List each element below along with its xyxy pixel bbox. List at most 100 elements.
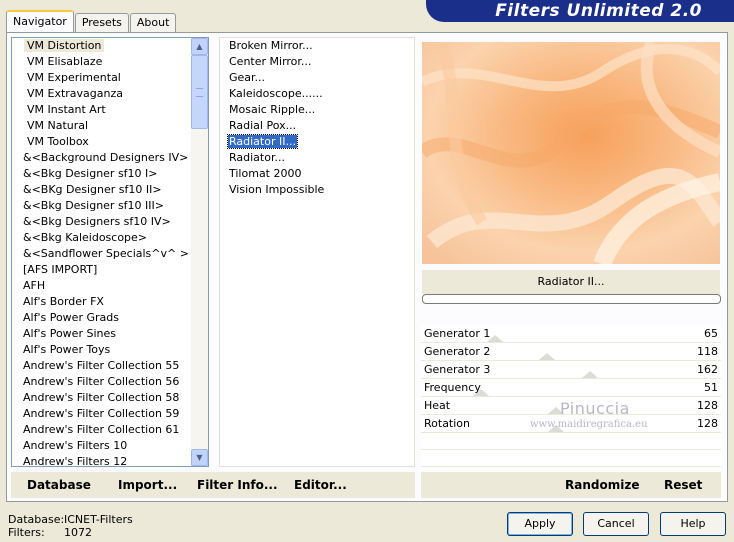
category-item[interactable]: &<Bkg Designer sf10 I> bbox=[20, 166, 208, 182]
database-label: Database: bbox=[8, 513, 65, 526]
category-item-label: Andrew's Filters 12 bbox=[23, 455, 128, 468]
tab-strip: Navigator Presets About bbox=[6, 10, 177, 32]
editor-button[interactable]: Editor... bbox=[294, 478, 347, 492]
category-item[interactable]: Andrew's Filters 10 bbox=[20, 438, 208, 454]
category-item[interactable]: VM Experimental bbox=[20, 70, 208, 86]
filter-info-button[interactable]: Filter Info... bbox=[197, 478, 278, 492]
parameter-value: 51 bbox=[704, 381, 718, 394]
category-item-label: &<Bkg Kaleidoscope> bbox=[23, 231, 148, 244]
parameter-label: Generator 2 bbox=[424, 345, 491, 358]
filters-unlimited-window: Navigator Presets About Filters Unlimite… bbox=[0, 0, 734, 542]
filter-item-label: Vision Impossible bbox=[229, 183, 325, 196]
title-banner: Filters Unlimited 2.0 bbox=[426, 0, 734, 22]
scroll-down-arrow-icon[interactable]: ▼ bbox=[191, 449, 208, 466]
category-item-label: VM Toolbox bbox=[27, 135, 89, 148]
category-item-label: Andrew's Filter Collection 56 bbox=[23, 375, 180, 388]
category-item[interactable]: VM Distortion bbox=[20, 38, 208, 54]
category-item[interactable]: VM Natural bbox=[20, 118, 208, 134]
category-item[interactable]: VM Toolbox bbox=[20, 134, 208, 150]
cancel-button[interactable]: Cancel bbox=[583, 512, 649, 536]
category-item-label: VM Experimental bbox=[27, 71, 121, 84]
filter-item[interactable]: Center Mirror... bbox=[228, 54, 414, 70]
filter-item-label: Radial Pox... bbox=[229, 119, 297, 132]
category-item-label: Alf's Power Sines bbox=[23, 327, 116, 340]
filter-item[interactable]: Broken Mirror... bbox=[228, 38, 414, 54]
category-item[interactable]: Andrew's Filter Collection 55 bbox=[20, 358, 208, 374]
category-item[interactable]: &<Bkg Designers sf10 IV> bbox=[20, 214, 208, 230]
category-item[interactable]: &<BKg Designer sf10 II> bbox=[20, 182, 208, 198]
parameter-value: 128 bbox=[697, 399, 718, 412]
slider-thumb-icon[interactable] bbox=[539, 353, 555, 360]
parameter-value: 162 bbox=[697, 363, 718, 376]
randomize-button[interactable]: Randomize bbox=[565, 478, 639, 492]
category-item-label: Alf's Border FX bbox=[23, 295, 104, 308]
category-item[interactable]: Alf's Power Sines bbox=[20, 326, 208, 342]
category-item-label: VM Elisablaze bbox=[27, 55, 103, 68]
category-item-label: VM Natural bbox=[27, 119, 89, 132]
parameter-label: Frequency bbox=[424, 381, 481, 394]
parameter-label: Generator 3 bbox=[424, 363, 491, 376]
category-scrollbar[interactable]: ▲ ▼ bbox=[191, 38, 208, 466]
parameter-slider[interactable]: Generator 3 162 bbox=[421, 361, 721, 379]
category-item[interactable]: &<Bkg Designer sf10 III> bbox=[20, 198, 208, 214]
scroll-up-arrow-icon[interactable]: ▲ bbox=[191, 38, 208, 55]
import-button[interactable]: Import... bbox=[118, 478, 177, 492]
database-value: ICNET-Filters bbox=[64, 513, 133, 526]
parameter-slider[interactable]: Frequency 51 bbox=[421, 379, 721, 397]
category-item[interactable]: Andrew's Filter Collection 59 bbox=[20, 406, 208, 422]
category-item-label: Alf's Power Grads bbox=[23, 311, 119, 324]
filter-item[interactable]: Radiator II... bbox=[227, 134, 414, 150]
category-item[interactable]: VM Extravaganza bbox=[20, 86, 208, 102]
category-item[interactable]: VM Instant Art bbox=[20, 102, 208, 118]
filter-item-label: Gear... bbox=[229, 71, 266, 84]
category-item[interactable]: Alf's Power Grads bbox=[20, 310, 208, 326]
category-item[interactable]: VM Elisablaze bbox=[20, 54, 208, 70]
filter-item[interactable]: Gear... bbox=[228, 70, 414, 86]
help-button[interactable]: Help bbox=[660, 512, 726, 536]
category-item-label: &<Sandflower Specials^v^ > bbox=[23, 247, 189, 260]
category-item[interactable]: Andrew's Filters 12 bbox=[20, 454, 208, 470]
parameter-slider[interactable]: Generator 2 118 bbox=[421, 343, 721, 361]
filter-item[interactable]: Radial Pox... bbox=[228, 118, 414, 134]
category-item[interactable]: Andrew's Filter Collection 56 bbox=[20, 374, 208, 390]
left-command-bar: Database Import... Filter Info... Editor… bbox=[11, 472, 415, 498]
category-item-label: &<BKg Designer sf10 II> bbox=[23, 183, 162, 196]
category-item[interactable]: &<Sandflower Specials^v^ > bbox=[20, 246, 208, 262]
filter-item[interactable]: Tilomat 2000 bbox=[228, 166, 414, 182]
tab-presets[interactable]: Presets bbox=[74, 13, 129, 32]
parameter-value: 65 bbox=[704, 327, 718, 340]
category-list[interactable]: VM Distortion VM Elisablaze VM Experimenta… bbox=[11, 37, 209, 470]
filter-item-label: Radiator II... bbox=[227, 134, 298, 149]
watermark-name: Pinuccia bbox=[560, 399, 630, 418]
parameter-value: 118 bbox=[697, 345, 718, 358]
category-item[interactable]: AFH bbox=[20, 278, 208, 294]
category-item[interactable]: &<Background Designers IV> bbox=[20, 150, 208, 166]
apply-button[interactable]: Apply bbox=[507, 512, 573, 536]
parameter-label: Generator 1 bbox=[424, 327, 491, 340]
tab-about[interactable]: About bbox=[129, 13, 177, 32]
filters-count-label: Filters: bbox=[8, 526, 45, 539]
tab-navigator[interactable]: Navigator bbox=[6, 10, 74, 32]
filter-item-label: Center Mirror... bbox=[229, 55, 312, 68]
watermark-url: www.maidiregrafica.eu bbox=[530, 419, 648, 430]
filter-item[interactable]: Kaleidoscope...... bbox=[228, 86, 414, 102]
category-item[interactable]: Alf's Power Toys bbox=[20, 342, 208, 358]
category-item-label: &<Bkg Designers sf10 IV> bbox=[23, 215, 171, 228]
filter-item[interactable]: Radiator... bbox=[228, 150, 414, 166]
filter-list[interactable]: Broken Mirror... Center Mirror... Gear... K… bbox=[219, 37, 415, 467]
category-item-label: Andrew's Filter Collection 61 bbox=[23, 423, 180, 436]
category-item[interactable]: &<Bkg Kaleidoscope> bbox=[20, 230, 208, 246]
slider-thumb-icon[interactable] bbox=[582, 371, 598, 378]
reset-button[interactable]: Reset bbox=[664, 478, 702, 492]
filter-item[interactable]: Mosaic Ripple... bbox=[228, 102, 414, 118]
filter-item[interactable]: Vision Impossible bbox=[228, 182, 414, 198]
parameter-label: Heat bbox=[424, 399, 451, 412]
parameter-slider[interactable]: Generator 1 65 bbox=[421, 325, 721, 343]
filters-count-value: 1072 bbox=[64, 526, 92, 539]
category-item[interactable]: Andrew's Filter Collection 58 bbox=[20, 390, 208, 406]
category-item[interactable]: Alf's Border FX bbox=[20, 294, 208, 310]
scroll-thumb[interactable] bbox=[191, 55, 208, 129]
database-button[interactable]: Database bbox=[27, 478, 91, 492]
category-item[interactable]: Andrew's Filter Collection 61 bbox=[20, 422, 208, 438]
category-item[interactable]: [AFS IMPORT] bbox=[20, 262, 208, 278]
